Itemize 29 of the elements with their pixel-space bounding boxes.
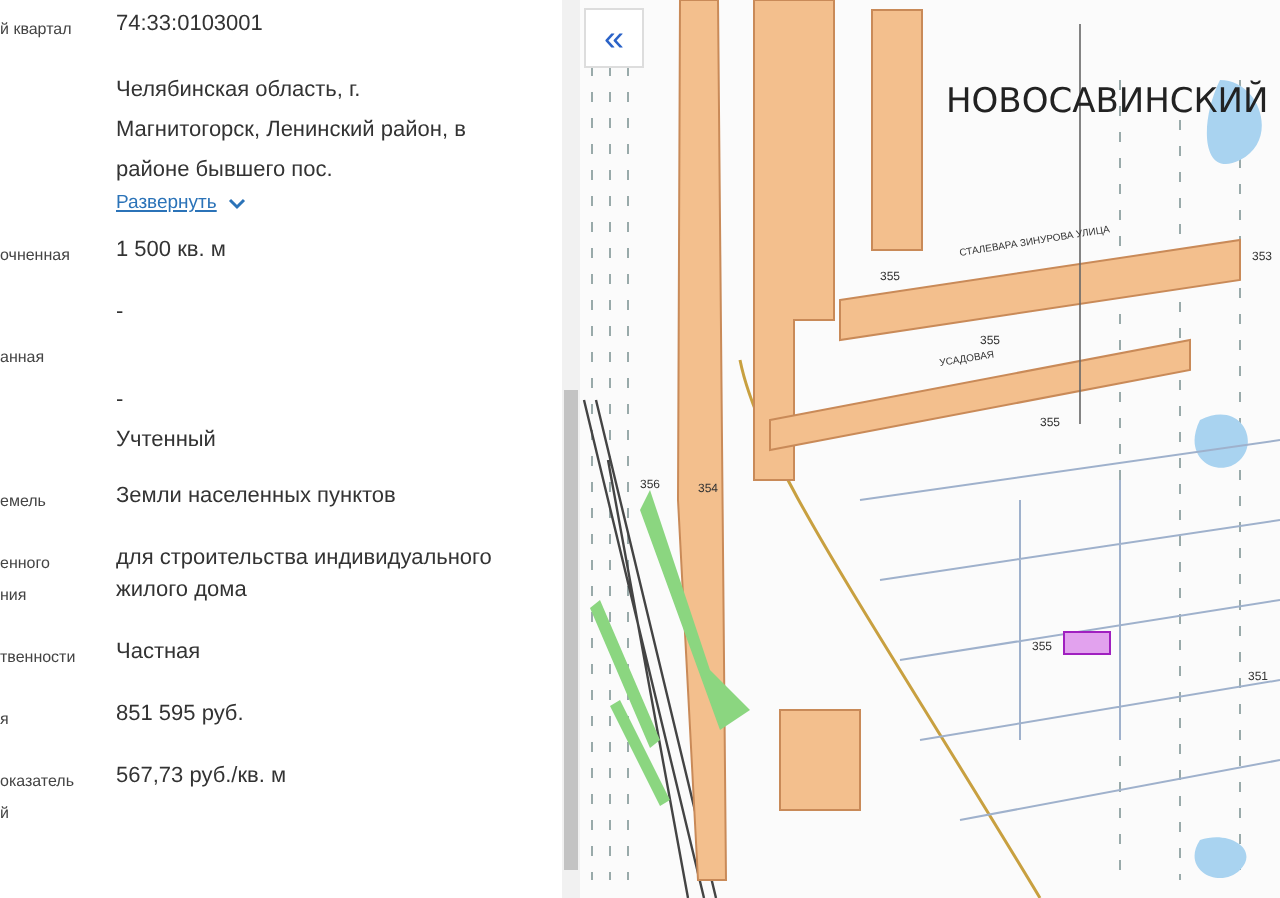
- plot-marker[interactable]: [1063, 631, 1111, 655]
- field-value: Челябинская область, г.: [116, 76, 363, 106]
- field-label: енного: [0, 552, 52, 576]
- field-value: Магнитогорск, Ленинский район, в: [116, 116, 468, 146]
- field-value: -: [116, 298, 126, 328]
- field-label: твенности: [0, 646, 78, 670]
- chevron-down-icon: [228, 198, 247, 210]
- field-label: я: [0, 708, 11, 732]
- field-value: Земли населенных пунктов: [116, 482, 398, 512]
- field-value: 1 500 кв. м: [116, 236, 228, 266]
- field-value: Учтенный: [116, 426, 218, 456]
- field-label: оказатель: [0, 770, 77, 794]
- expand-link[interactable]: Развернуть: [116, 190, 247, 218]
- scrollbar[interactable]: [562, 0, 580, 898]
- field-label: й: [0, 802, 11, 826]
- field-label: анная: [0, 346, 47, 370]
- field-value: 74:33:0103001: [116, 10, 265, 40]
- field-label: й квартал: [0, 18, 74, 42]
- field-value: 567,73 руб./кв. м: [116, 762, 289, 792]
- field-value: для строительства индивидуального: [116, 544, 494, 574]
- field-label: очненная: [0, 244, 72, 268]
- field-value: районе бывшего пос.: [116, 156, 335, 186]
- field-value: жилого дома: [116, 576, 249, 606]
- field-label: ния: [0, 584, 29, 608]
- field-value: -: [116, 386, 126, 416]
- field-label: емель: [0, 490, 48, 514]
- collapse-button[interactable]: «: [584, 8, 644, 68]
- field-value: 851 595 руб.: [116, 700, 246, 730]
- field-value: Частная: [116, 638, 203, 668]
